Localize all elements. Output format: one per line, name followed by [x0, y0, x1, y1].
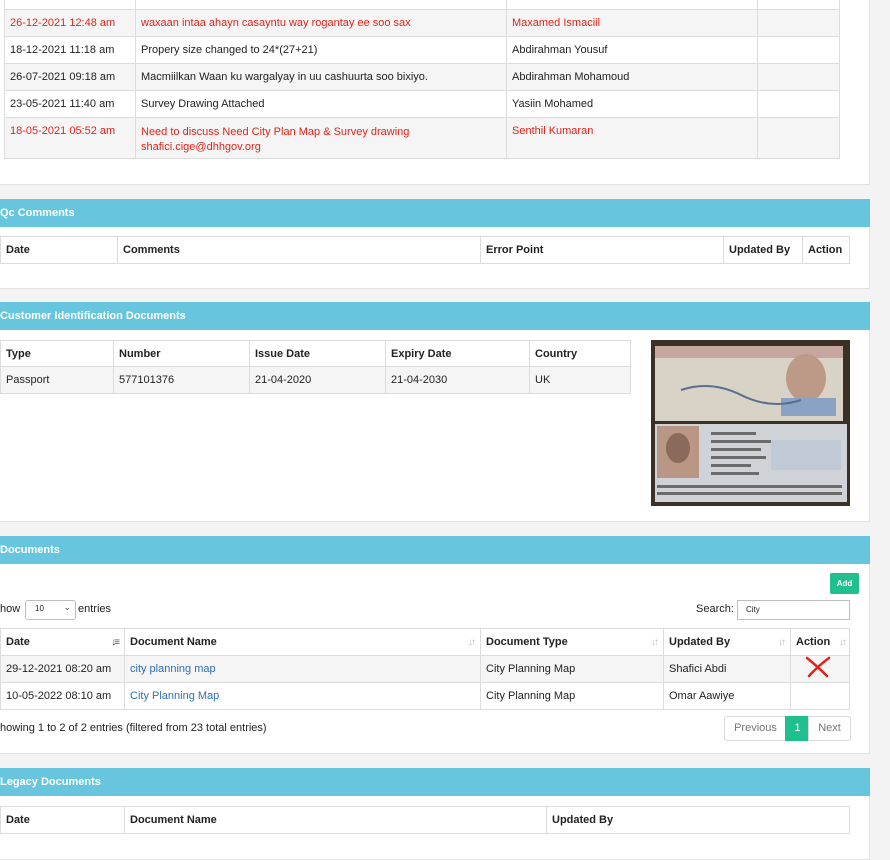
- col-document-type-label: Document Type: [486, 636, 568, 648]
- page-size-value: 10: [35, 604, 44, 613]
- qc-table: Date Comments Error Point Updated By Act…: [0, 236, 850, 264]
- table-row: 29-12-2021 08:20 am city planning map Ci…: [0, 654, 850, 683]
- col-action-label: Action: [796, 636, 831, 648]
- history-user: Yasiin Mohamed: [506, 90, 758, 118]
- col-issue-date: Issue Date: [249, 340, 386, 367]
- col-document-name[interactable]: Document Name ↓↑: [124, 628, 481, 656]
- doc-type: City Planning Map: [480, 682, 664, 710]
- qc-header: Qc Comments: [0, 199, 870, 227]
- delete-x-icon[interactable]: [803, 654, 833, 680]
- col-expiry-date: Expiry Date: [385, 340, 530, 367]
- history-date: 18-12-2021 11:18 am: [4, 36, 136, 64]
- history-user: Senthil Kumaran: [506, 117, 758, 159]
- doc-updated-by: Shafici Abdi: [663, 655, 791, 683]
- col-date: Date: [0, 236, 118, 264]
- doc-name-link[interactable]: City Planning Map: [124, 682, 481, 710]
- docs-header: Documents: [0, 536, 870, 564]
- history-date: 18-05-2021 05:52 am: [4, 117, 136, 159]
- sort-icon: ↓↑: [839, 637, 847, 648]
- history-row: 26-07-2021 09:18 am Macmiilkan Waan ku w…: [4, 63, 840, 91]
- history-row: 18-12-2021 11:18 am Propery size changed…: [4, 36, 840, 64]
- doc-name-link[interactable]: city planning map: [124, 655, 481, 683]
- doc-type: City Planning Map: [480, 655, 664, 683]
- col-action: Action: [802, 236, 850, 264]
- doc-date: 10-05-2022 08:10 am: [0, 682, 125, 710]
- page-size-select[interactable]: 10 ⌄: [25, 600, 76, 620]
- docs-table: Date ↓≡ Document Name ↓↑ Document Type ↓↑ U…: [0, 628, 850, 710]
- history-user: Abdirahman Mohamoud: [506, 63, 758, 91]
- history-comment: Survey Drawing Attached: [135, 90, 507, 118]
- history-comment: Propery size changed to 24*(27+21): [135, 36, 507, 64]
- history-comment: Need to discuss Need City Plan Map & Sur…: [135, 117, 507, 159]
- table-info: howing 1 to 2 of 2 entries (filtered fro…: [0, 722, 267, 734]
- history-row: 26-12-2021 12:48 am waxaan intaa ahayn c…: [4, 9, 840, 37]
- col-updated-by: Updated By: [546, 806, 850, 834]
- history-user: Maxamed Ismaciil: [506, 9, 758, 37]
- sort-icon: ↓↑: [651, 637, 659, 648]
- cid-country: UK: [529, 366, 631, 394]
- history-date: 26-07-2021 09:18 am: [4, 63, 136, 91]
- cid-expiry-date: 21-04-2030: [385, 366, 530, 394]
- cid-number: 577101376: [113, 366, 250, 394]
- search-label: Search:: [696, 603, 734, 615]
- add-button[interactable]: Add: [830, 573, 859, 594]
- history-comment: waxaan intaa ahayn casayntu way rogantay…: [135, 9, 507, 37]
- legacy-table: Date Document Name Updated By: [0, 806, 850, 834]
- sort-icon: ↓↑: [778, 637, 786, 648]
- history-date: 26-12-2021 12:48 am: [4, 9, 136, 37]
- doc-action: [790, 682, 850, 710]
- previous-button[interactable]: Previous: [724, 716, 787, 741]
- col-date: Date: [0, 806, 125, 834]
- doc-action: [790, 654, 850, 683]
- history-table: 26-12-2021 12:48 am waxaan intaa ahayn c…: [4, 0, 840, 159]
- col-updated-by[interactable]: Updated By ↓↑: [663, 628, 791, 656]
- next-button[interactable]: Next: [808, 716, 851, 741]
- history-comment-email: shafici.cige@dhhgov.org: [141, 141, 261, 153]
- col-document-name: Document Name: [124, 806, 547, 834]
- chevron-down-icon: ⌄: [63, 602, 71, 612]
- search-input-value: City: [746, 605, 760, 614]
- col-type: Type: [0, 340, 114, 367]
- doc-updated-by: Omar Aawiye: [663, 682, 791, 710]
- history-comment-line: Need to discuss Need City Plan Map & Sur…: [141, 126, 410, 138]
- col-action[interactable]: Action ↓↑: [790, 628, 850, 656]
- legacy-header: Legacy Documents: [0, 768, 870, 796]
- cid-table: Type Number Issue Date Expiry Date Count…: [0, 340, 631, 394]
- table-row: 10-05-2022 08:10 am City Planning Map Ci…: [0, 682, 850, 710]
- col-document-name-label: Document Name: [130, 636, 217, 648]
- col-error-point: Error Point: [480, 236, 724, 264]
- cid-row: Passport 577101376 21-04-2020 21-04-2030…: [0, 366, 631, 394]
- history-comment: Macmiilkan Waan ku wargalyay in uu cashu…: [135, 63, 507, 91]
- history-user: Abdirahman Yousuf: [506, 36, 758, 64]
- history-date: 23-05-2021 11:40 am: [4, 90, 136, 118]
- history-row: 18-05-2021 05:52 am Need to discuss Need…: [4, 117, 840, 159]
- col-document-type[interactable]: Document Type ↓↑: [480, 628, 664, 656]
- sort-icon: ↓↑: [468, 637, 476, 648]
- col-country: Country: [529, 340, 631, 367]
- passport-image[interactable]: [651, 340, 850, 506]
- col-updated-by: Updated By: [723, 236, 803, 264]
- col-updated-by-label: Updated By: [669, 636, 731, 648]
- cid-issue-date: 21-04-2020: [249, 366, 386, 394]
- cid-type: Passport: [0, 366, 114, 394]
- sort-desc-icon: ↓≡: [111, 637, 120, 648]
- show-label: how: [0, 603, 21, 615]
- col-number: Number: [113, 340, 250, 367]
- col-comments: Comments: [117, 236, 481, 264]
- col-date[interactable]: Date ↓≡: [0, 628, 125, 656]
- entries-label: entries: [78, 603, 112, 615]
- doc-date: 29-12-2021 08:20 am: [0, 655, 125, 683]
- col-date-label: Date: [6, 636, 30, 648]
- search-input[interactable]: City: [737, 600, 850, 620]
- page-1-button[interactable]: 1: [785, 716, 810, 741]
- cid-header: Customer Identification Documents: [0, 302, 870, 330]
- history-row: 23-05-2021 11:40 am Survey Drawing Attac…: [4, 90, 840, 118]
